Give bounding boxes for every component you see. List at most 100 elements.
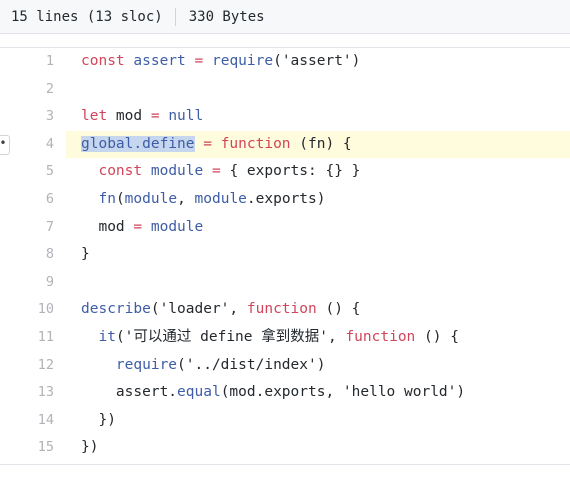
code-token: (fn) { [290, 135, 352, 152]
line-source: const module = { exports: {} } [66, 158, 570, 186]
line-number[interactable]: 7 [0, 214, 54, 242]
identifier-token: equal [177, 384, 221, 401]
code-line: 10 describe('loader', function () { [0, 296, 570, 324]
line-number[interactable]: 3 [0, 103, 54, 131]
line-source: fn(module, module.exports) [66, 186, 570, 214]
line-number[interactable]: 12 [0, 352, 54, 380]
code-token: (mod.exports, [220, 384, 343, 401]
identifier-token: fn [98, 190, 116, 207]
line-number[interactable]: 15 [0, 434, 54, 462]
line-number[interactable]: 2 [0, 76, 54, 104]
code-token: ( [177, 356, 186, 373]
keyword-token: const [81, 53, 125, 69]
line-source: }) [66, 434, 570, 462]
code-line: 3 let mod = null [0, 103, 570, 131]
line-number[interactable]: 10 [0, 296, 54, 324]
line-source: let mod = null [66, 103, 570, 131]
identifier-token: module [124, 190, 178, 207]
file-info-bar: 15 lines (13 sloc) 330 Bytes [0, 0, 570, 34]
code-view: 1 const assert = require('assert') 2 3 let m… [0, 47, 570, 465]
code-token: ( [115, 328, 125, 345]
identifier-token: describe [81, 301, 151, 318]
keyword-token: function [345, 328, 416, 345]
line-number[interactable]: 8 [0, 241, 54, 269]
identifier-token: assert [133, 53, 186, 69]
line-source: }) [66, 407, 570, 435]
code-line: 1 const assert = require('assert') [0, 48, 570, 76]
keyword-token: function [246, 301, 317, 318]
line-number[interactable]: 11 [0, 324, 54, 352]
line-source: it('可以通过 define 拿到数据', function () { [66, 324, 570, 352]
string-token: '../dist/index' [185, 356, 317, 373]
identifier-token: require [211, 53, 274, 69]
keyword-token: = [203, 135, 212, 152]
code-token: ( [150, 301, 160, 318]
code-token: ) [456, 384, 466, 401]
string-token: 'hello world' [342, 384, 457, 401]
code-line: 9 [0, 269, 570, 297]
string-token: 'assert' [281, 53, 352, 69]
code-line: 7 mod = module [0, 214, 570, 242]
line-number[interactable]: 6 [0, 186, 54, 214]
keyword-token: let [81, 108, 108, 125]
code-line: 15}) [0, 434, 570, 462]
line-source: assert.equal(mod.exports, 'hello world') [66, 379, 570, 407]
code-token: ( [115, 190, 125, 207]
code-line: 8} [0, 241, 570, 269]
identifier-token: module [150, 218, 204, 235]
line-number[interactable]: 14 [0, 407, 54, 435]
identifier-token: global.define [81, 135, 195, 152]
code-token: ) [316, 356, 326, 373]
keyword-token: = [194, 53, 204, 69]
code-token: }) [81, 439, 99, 456]
code-token: }) [81, 411, 116, 428]
keyword-token: = [211, 163, 221, 180]
code-line: • 4 global.define = function (fn) { [0, 130, 570, 159]
line-source: describe('loader', function () { [66, 296, 570, 324]
identifier-token: module [150, 163, 204, 180]
line-source: require('../dist/index') [66, 352, 570, 380]
code-token: , [229, 301, 247, 318]
line-number[interactable]: 1 [0, 48, 54, 76]
line-number[interactable]: 9 [0, 269, 54, 297]
line-number[interactable]: 5 [0, 158, 54, 186]
code-token: () { [316, 301, 361, 318]
code-token: , [177, 190, 195, 207]
keyword-token: = [150, 108, 160, 125]
code-line: 13 assert.equal(mod.exports, 'hello worl… [0, 379, 570, 407]
identifier-token: it [98, 328, 116, 345]
line-source: global.define = function (fn) { [66, 130, 570, 159]
code-token: () { [415, 328, 459, 345]
line-number[interactable]: 13 [0, 379, 54, 407]
code-line: 14 }) [0, 407, 570, 435]
identifier-token: require [115, 356, 178, 373]
keyword-token: = [133, 218, 143, 235]
line-source: } [66, 241, 570, 269]
code-token: mod [81, 218, 134, 235]
code-line: 2 [0, 76, 570, 104]
code-token: mod [107, 108, 151, 125]
code-token: ) [351, 53, 361, 69]
keyword-token: const [98, 163, 143, 180]
line-source: mod = module [66, 214, 570, 242]
line-source: const assert = require('assert') [66, 48, 570, 76]
line-number[interactable]: 4 [0, 131, 54, 159]
string-token: '可以通过 define 拿到数据' [124, 328, 328, 345]
code-token: .exports) [246, 190, 326, 207]
code-token: , [327, 328, 346, 345]
code-line: 6 fn(module, module.exports) [0, 186, 570, 214]
code-line: 12 require('../dist/index') [0, 352, 570, 380]
code-token: assert. [81, 384, 178, 401]
identifier-token: module [194, 190, 247, 207]
code-token: } [81, 246, 90, 263]
